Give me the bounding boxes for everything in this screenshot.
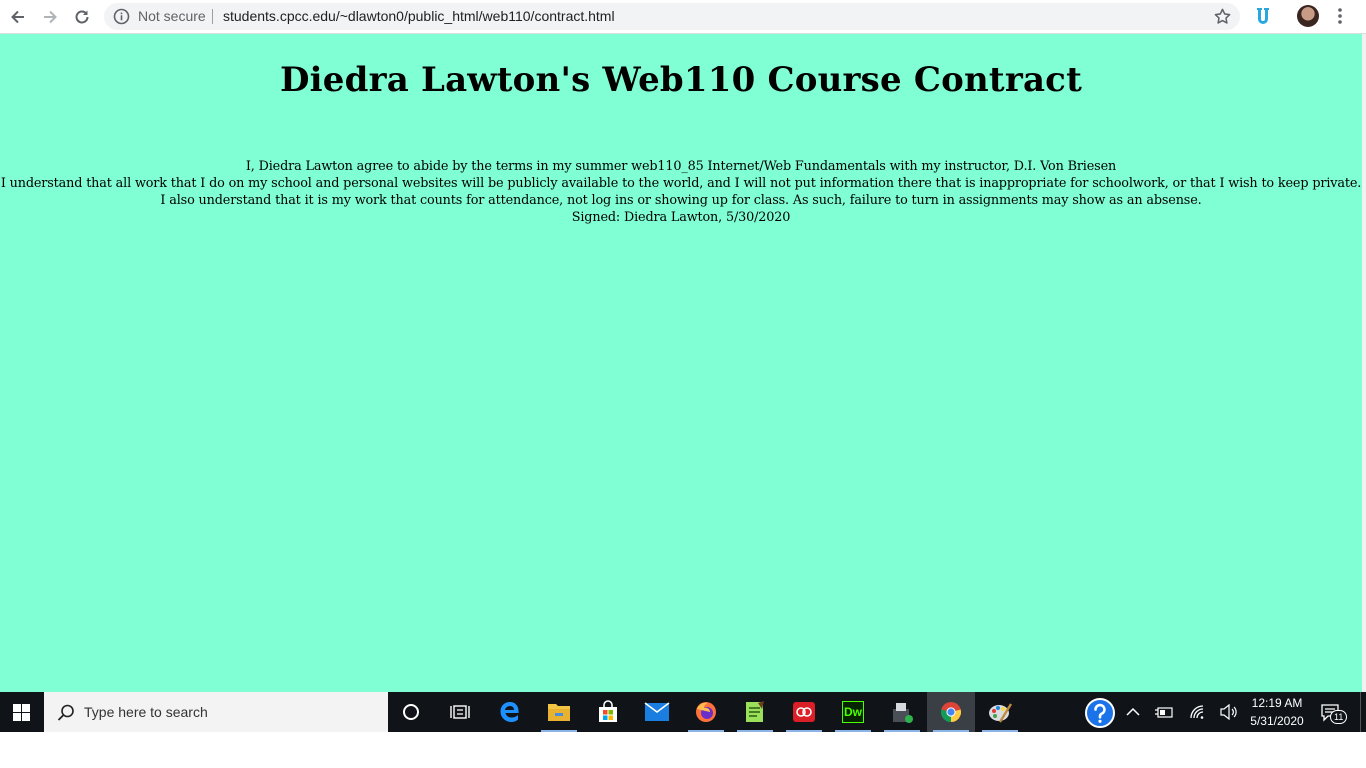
contract-line: I understand that all work that I do on …: [0, 176, 1362, 191]
contract-line: I, Diedra Lawton agree to abide by the t…: [245, 159, 1117, 174]
info-icon[interactable]: [113, 8, 130, 25]
adobe-cc-icon[interactable]: [780, 692, 828, 732]
page-title: Diedra Lawton's Web110 Course Contract: [279, 60, 1082, 100]
page-content: Diedra Lawton's Web110 Course Contract I…: [0, 34, 1362, 692]
url-text[interactable]: students.cpcc.edu/~dlawton0/public_html/…: [223, 8, 615, 24]
file-explorer-icon[interactable]: [535, 692, 583, 732]
extension-icon[interactable]: [1253, 6, 1273, 26]
reload-icon[interactable]: [69, 4, 95, 30]
security-label[interactable]: Not secure: [138, 8, 206, 24]
task-view-icon[interactable]: [436, 692, 484, 732]
star-icon[interactable]: [1213, 7, 1232, 26]
contract-line: I also understand that it is my work tha…: [160, 193, 1202, 208]
forward-arrow-icon[interactable]: [37, 4, 63, 30]
search-icon: [56, 703, 76, 723]
taskbar-clock[interactable]: 12:19 AM 5/31/2020: [1246, 694, 1308, 730]
omnibox-divider: [212, 9, 213, 24]
cortana-icon[interactable]: [387, 692, 435, 732]
signature-line: Signed: Diedra Lawton, 5/30/2020: [571, 210, 791, 225]
mail-icon[interactable]: [633, 692, 681, 732]
scrollbar-gutter: [1362, 34, 1366, 692]
chevron-up-icon[interactable]: [1123, 702, 1143, 722]
contract-text: I, Diedra Lawton agree to abide by the t…: [0, 158, 1362, 226]
snipping-icon[interactable]: [878, 692, 926, 732]
windows-start-icon[interactable]: [0, 692, 42, 732]
dreamweaver-icon[interactable]: Dw: [829, 692, 877, 732]
store-icon[interactable]: [584, 692, 632, 732]
volume-icon[interactable]: [1219, 702, 1239, 722]
address-bar[interactable]: Not secure students.cpcc.edu/~dlawton0/p…: [104, 3, 1240, 30]
wifi-icon[interactable]: [1188, 702, 1208, 722]
menu-dots-icon[interactable]: [1332, 6, 1348, 26]
paint-icon[interactable]: [976, 692, 1024, 732]
back-arrow-icon[interactable]: [5, 4, 31, 30]
notification-badge: 11: [1330, 710, 1348, 724]
clock-date: 5/31/2020: [1250, 714, 1304, 728]
firefox-icon[interactable]: [682, 692, 730, 732]
screen-bottom-area: [0, 732, 1366, 768]
help-icon[interactable]: [1084, 697, 1116, 729]
profile-avatar[interactable]: [1297, 5, 1319, 27]
battery-icon[interactable]: [1155, 702, 1175, 722]
clock-time: 12:19 AM: [1251, 696, 1303, 710]
browser-toolbar: Not secure students.cpcc.edu/~dlawton0/p…: [0, 0, 1366, 34]
show-desktop-button[interactable]: [1360, 692, 1366, 732]
dreamweaver-label: Dw: [842, 701, 864, 723]
chrome-icon[interactable]: [927, 692, 975, 732]
search-placeholder: Type here to search: [84, 704, 208, 720]
taskbar-search-box[interactable]: Type here to search: [44, 692, 388, 732]
taskbar: Type here to search Dw 12:19 AM 5/31/202…: [0, 692, 1366, 732]
edge-icon[interactable]: [486, 692, 534, 732]
notepad-plus-icon[interactable]: [731, 692, 779, 732]
